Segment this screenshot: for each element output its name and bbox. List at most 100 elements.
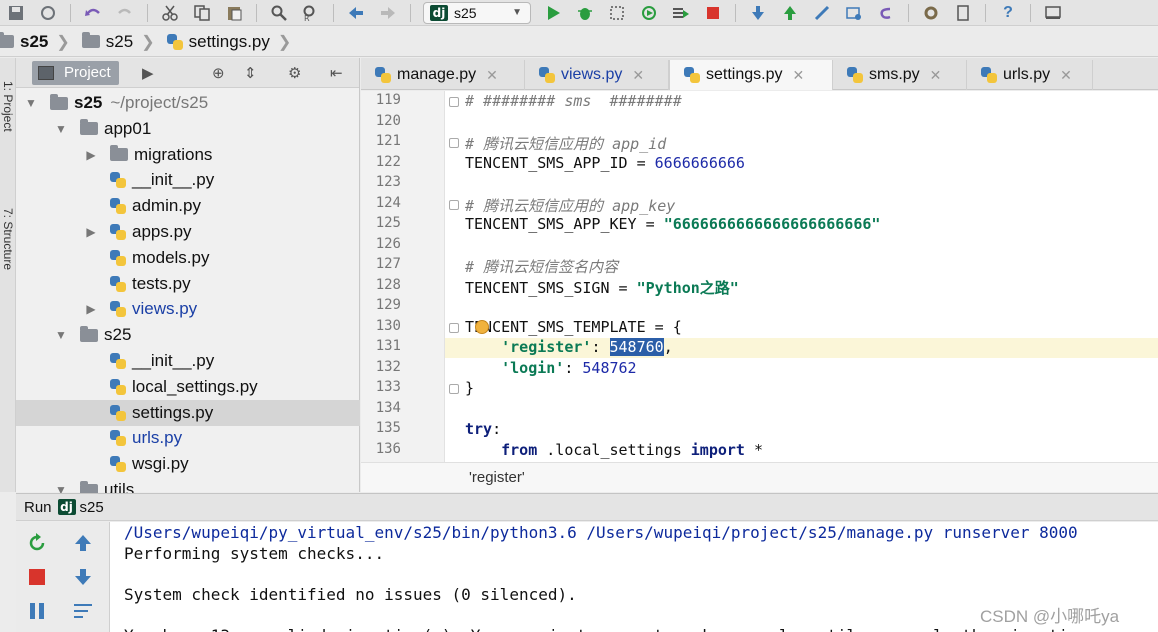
tree-file[interactable]: urls.py bbox=[16, 425, 360, 451]
project-panel-header: Project ▶ ⊕ ⇕ ⚙ ⇤ bbox=[16, 58, 359, 88]
code-line: TENCENT_SMS_APP_KEY = "66666666666666666… bbox=[465, 215, 880, 233]
fold-marker-icon[interactable] bbox=[449, 199, 459, 210]
run-icon[interactable] bbox=[541, 2, 565, 24]
run-configuration-select[interactable]: dj s25 ▼ bbox=[423, 1, 531, 24]
tree-folder[interactable]: ▼ s25 ~/project/s25 bbox=[16, 90, 360, 116]
vcs-update-icon[interactable] bbox=[746, 2, 770, 24]
gear-icon[interactable]: ⚙ bbox=[288, 64, 301, 82]
chevron-right-icon[interactable]: ▶ bbox=[84, 148, 98, 162]
hide-icon[interactable]: ⇤ bbox=[330, 64, 343, 82]
fold-marker-icon[interactable] bbox=[449, 97, 459, 107]
breadcrumb-item[interactable]: s25 ❯ bbox=[0, 32, 76, 52]
tree-folder[interactable]: ▼ s25 bbox=[16, 322, 360, 348]
breadcrumb-item[interactable]: settings.py ❯ bbox=[161, 32, 298, 52]
sync-icon[interactable] bbox=[36, 2, 60, 24]
undo-icon[interactable] bbox=[81, 2, 105, 24]
save-icon[interactable] bbox=[4, 2, 28, 24]
fold-marker-icon[interactable] bbox=[449, 322, 459, 333]
forward-icon[interactable] bbox=[376, 2, 400, 24]
target-icon[interactable]: ⊕ bbox=[212, 64, 225, 82]
breadcrumb-item[interactable]: s25 ❯ bbox=[76, 32, 161, 52]
presentation-icon[interactable] bbox=[1041, 2, 1065, 24]
chevron-right-icon[interactable]: ▶ bbox=[84, 225, 98, 239]
tree-item-label: apps.py bbox=[132, 222, 192, 241]
coverage-icon[interactable] bbox=[605, 2, 629, 24]
paste-icon[interactable] bbox=[222, 2, 246, 24]
tree-file[interactable]: wsgi.py bbox=[16, 451, 360, 477]
vcs-history-icon[interactable] bbox=[842, 2, 866, 24]
vcs-revert-icon[interactable] bbox=[874, 2, 898, 24]
code-token: from bbox=[501, 440, 538, 459]
play-icon[interactable]: ▶ bbox=[142, 64, 154, 82]
toolbar-divider bbox=[147, 3, 148, 22]
tree-item-label: tests.py bbox=[132, 273, 191, 293]
arrow-up-icon[interactable] bbox=[72, 532, 94, 554]
close-icon[interactable]: ✕ bbox=[792, 67, 804, 84]
editor-tab[interactable]: sms.py ✕ bbox=[833, 60, 967, 90]
editor-tab[interactable]: views.py ✕ bbox=[525, 60, 669, 90]
structure-tool-tab[interactable]: 7: Structure bbox=[0, 184, 16, 294]
debug-icon[interactable] bbox=[573, 2, 597, 24]
code-token: # ######## sms ######## bbox=[465, 92, 682, 110]
fold-marker-icon[interactable] bbox=[449, 384, 459, 394]
console-line: System check identified no issues (0 sil… bbox=[124, 584, 577, 604]
stop-icon[interactable] bbox=[701, 2, 725, 24]
fold-marker-icon[interactable] bbox=[449, 138, 459, 148]
tree-file[interactable]: __init__.py bbox=[16, 348, 360, 374]
breadcrumb-label: s25 bbox=[20, 31, 49, 51]
editor-tab[interactable]: manage.py ✕ bbox=[361, 60, 525, 90]
tree-folder[interactable]: ▶ migrations bbox=[16, 142, 360, 168]
stop-icon[interactable] bbox=[26, 566, 48, 588]
replace-icon[interactable]: R bbox=[299, 2, 323, 24]
editor-tab[interactable]: settings.py ✕ bbox=[669, 60, 833, 90]
close-icon[interactable]: ✕ bbox=[1060, 67, 1072, 84]
folder-icon bbox=[80, 119, 98, 136]
chevron-down-icon[interactable]: ▼ bbox=[54, 122, 68, 136]
code-token: : bbox=[564, 358, 583, 377]
chevron-down-icon[interactable]: ▼ bbox=[24, 96, 38, 110]
collapse-icon[interactable]: ⇕ bbox=[244, 64, 257, 82]
tree-file[interactable]: __init__.py bbox=[16, 167, 360, 193]
tree-file[interactable]: ▶ views.py bbox=[16, 296, 360, 322]
find-icon[interactable] bbox=[267, 2, 291, 24]
close-icon[interactable]: ✕ bbox=[930, 67, 942, 84]
tree-file[interactable]: tests.py bbox=[16, 271, 360, 297]
tree-file[interactable]: local_settings.py bbox=[16, 374, 360, 400]
cut-icon[interactable] bbox=[158, 2, 182, 24]
tree-file[interactable]: ▶ apps.py bbox=[16, 219, 360, 245]
sdk-icon[interactable] bbox=[951, 2, 975, 24]
rerun-icon[interactable] bbox=[26, 532, 48, 554]
chevron-down-icon[interactable]: ▼ bbox=[54, 328, 68, 342]
code-editor[interactable]: 119 120 121 122 123 124 125 126 127 128 129 130 131 1… bbox=[361, 91, 1158, 492]
chevron-right-icon[interactable]: ▶ bbox=[84, 302, 98, 316]
vcs-compare-icon[interactable] bbox=[810, 2, 834, 24]
editor-tab[interactable]: urls.py ✕ bbox=[967, 60, 1093, 90]
help-icon[interactable]: ? bbox=[996, 2, 1020, 24]
close-icon[interactable]: ✕ bbox=[632, 67, 644, 84]
run-toolbar bbox=[16, 522, 110, 632]
tree-folder[interactable]: ▼ app01 bbox=[16, 116, 360, 142]
tree-file[interactable]: settings.py bbox=[16, 399, 360, 426]
settings-icon[interactable] bbox=[919, 2, 943, 24]
arrow-down-icon[interactable] bbox=[72, 566, 94, 588]
editor-tab-label: views.py bbox=[561, 66, 623, 83]
lightbulb-icon[interactable] bbox=[475, 319, 489, 334]
copy-icon[interactable] bbox=[190, 2, 214, 24]
code-line: # 腾讯云短信签名内容 bbox=[465, 256, 618, 277]
project-view-tab[interactable]: Project bbox=[32, 60, 119, 85]
line-number: 122 bbox=[375, 153, 401, 170]
redo-icon[interactable] bbox=[113, 2, 137, 24]
back-icon[interactable] bbox=[344, 2, 368, 24]
pause-icon[interactable] bbox=[26, 600, 48, 622]
tree-file[interactable]: admin.py bbox=[16, 193, 360, 219]
soft-wrap-icon[interactable] bbox=[72, 600, 94, 622]
vcs-commit-icon[interactable] bbox=[778, 2, 802, 24]
tree-file[interactable]: models.py bbox=[16, 245, 360, 271]
project-tool-tab[interactable]: 1: Project bbox=[0, 66, 16, 146]
run-tasks-icon[interactable] bbox=[669, 2, 693, 24]
line-number: 130 bbox=[375, 317, 401, 334]
close-icon[interactable]: ✕ bbox=[486, 67, 498, 84]
profile-icon[interactable] bbox=[637, 2, 661, 24]
code-token: 'register' bbox=[501, 338, 592, 356]
run-configuration-label: s25 bbox=[454, 4, 477, 21]
